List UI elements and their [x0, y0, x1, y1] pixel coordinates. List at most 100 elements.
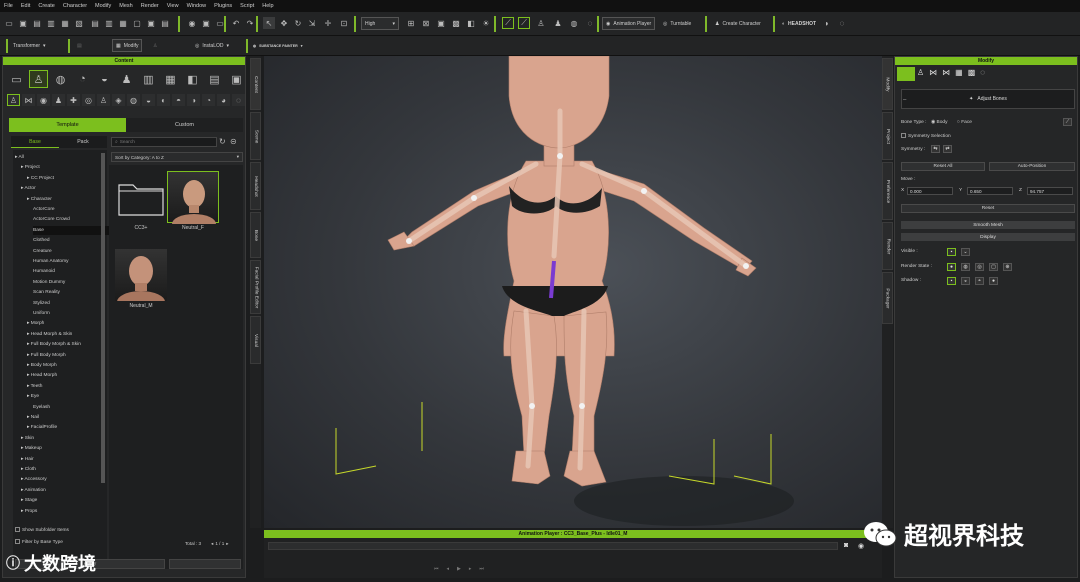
- tree-item[interactable]: Base: [33, 225, 119, 235]
- prop-icon[interactable]: ◌: [232, 94, 245, 106]
- menu-item-create[interactable]: Create: [38, 3, 55, 9]
- headshot-button[interactable]: ◐ HEADSHOT: [779, 17, 819, 30]
- panel-icon[interactable]: ▥: [103, 17, 115, 29]
- render-wire-icon[interactable]: ◎: [975, 263, 984, 271]
- modify-tab-active[interactable]: [897, 67, 915, 81]
- bone-type-face-radio[interactable]: ○ Face: [957, 120, 972, 125]
- timeline-slider[interactable]: [268, 542, 838, 550]
- instalod-button[interactable]: ◎ InstaLOD ▾: [192, 39, 232, 52]
- tree-item[interactable]: ▸ All: [15, 153, 24, 162]
- tree-item[interactable]: Stylized: [33, 299, 50, 308]
- person-icon[interactable]: ♙: [535, 17, 547, 29]
- cloth-icon[interactable]: ▥: [139, 70, 158, 88]
- eye-icon[interactable]: ◎: [82, 94, 95, 106]
- texture-tab-icon[interactable]: ▩: [968, 68, 976, 77]
- thumbnail-neutral-m[interactable]: [115, 249, 167, 313]
- menu-item-window[interactable]: Window: [187, 3, 207, 9]
- symmetry-selection-checkbox[interactable]: Symmetry Selection: [901, 133, 951, 139]
- panel2-icon[interactable]: ▤: [159, 17, 171, 29]
- frame-icon[interactable]: ▢: [131, 17, 143, 29]
- tree-item[interactable]: ▸ Teeth: [27, 382, 42, 391]
- tree-item[interactable]: ▸ Nail: [27, 413, 39, 422]
- project-icon[interactable]: ▭: [7, 70, 26, 88]
- animation-player-button[interactable]: ◉ Animation Player: [602, 17, 656, 30]
- tab-custom[interactable]: Custom: [126, 118, 243, 132]
- menu-item-help[interactable]: Help: [262, 3, 273, 9]
- side-tab-modify[interactable]: Modify: [882, 58, 893, 110]
- morph-tab-icon[interactable]: ⋈: [942, 68, 950, 77]
- render-solid-icon[interactable]: ●: [947, 263, 956, 271]
- redo-icon[interactable]: ↷: [244, 17, 256, 29]
- tree-item[interactable]: ▸ Full Body Morph & Skin: [27, 340, 81, 349]
- tree-item[interactable]: ▸ CC Project: [27, 174, 54, 183]
- side-tab-headshot[interactable]: Headshot: [250, 162, 261, 210]
- transformer-button[interactable]: Transformer ▾: [10, 39, 49, 52]
- material-tab-icon[interactable]: ▦: [955, 68, 963, 77]
- light-icon[interactable]: ☀: [480, 17, 492, 29]
- stage-category-icon[interactable]: ▦: [161, 70, 180, 88]
- symmetry-right-icon[interactable]: ⇄: [943, 145, 952, 153]
- shadow-off-icon[interactable]: ●: [989, 277, 998, 285]
- tree-item[interactable]: ▸ Eye: [27, 392, 39, 401]
- menu-item-modify[interactable]: Modify: [95, 3, 111, 9]
- menu-item-file[interactable]: File: [4, 3, 13, 9]
- eyes-icon[interactable]: ◒: [142, 94, 155, 106]
- tree-item[interactable]: ▸ Project: [21, 163, 40, 172]
- tree-item[interactable]: ▸ Full Body Morph: [27, 351, 66, 360]
- side-tab-scene[interactable]: Scene: [250, 112, 261, 160]
- pivot-icon[interactable]: ✛: [322, 17, 334, 29]
- pose-button[interactable]: ♙: [150, 39, 160, 52]
- tree-item[interactable]: ▸ Makeup: [21, 444, 42, 453]
- tab-template[interactable]: Template: [9, 118, 126, 132]
- side-tab-render[interactable]: Render: [882, 222, 893, 270]
- tree-item[interactable]: Uniform: [33, 309, 50, 318]
- scene-category-icon[interactable]: ▤: [205, 70, 224, 88]
- menu-item-view[interactable]: View: [167, 3, 179, 9]
- display-section[interactable]: Display: [901, 233, 1075, 241]
- pose-category-icon[interactable]: ♟: [117, 70, 136, 88]
- render-box-icon[interactable]: ▢: [989, 263, 998, 271]
- menu-item-edit[interactable]: Edit: [21, 3, 30, 9]
- visible-option-icon[interactable]: ⌄: [961, 248, 970, 256]
- settings-icon[interactable]: ⊝: [230, 137, 237, 146]
- tree-item[interactable]: Creature: [33, 247, 52, 256]
- morph-icon[interactable]: ⋈: [22, 94, 35, 106]
- 3d-viewport[interactable]: [264, 55, 882, 528]
- export-icon[interactable]: ▧: [73, 17, 85, 29]
- last-frame-icon[interactable]: ⏭: [479, 566, 484, 572]
- tree-item[interactable]: ActorCore: [33, 205, 55, 214]
- head-category-icon[interactable]: ◍: [51, 70, 70, 88]
- render-category-icon[interactable]: ▣: [227, 70, 246, 88]
- tree-item[interactable]: ▸ Character: [27, 195, 52, 204]
- tree-item[interactable]: Human Anatomy: [33, 257, 68, 266]
- menu-item-character[interactable]: Character: [63, 3, 87, 9]
- tree-item[interactable]: ActorCore Crowd: [33, 215, 70, 224]
- reset-button[interactable]: Reset: [901, 204, 1075, 213]
- shadow-on-icon[interactable]: ▪: [947, 277, 956, 285]
- character-type-icon[interactable]: ♙: [7, 94, 20, 106]
- layout-icon[interactable]: ▤: [89, 17, 101, 29]
- tree-item[interactable]: ▸ Animation: [21, 486, 46, 495]
- cube-icon[interactable]: ◧: [465, 17, 477, 29]
- adjust-bones-button[interactable]: ✦ Adjust Bones: [901, 89, 1075, 109]
- search-input[interactable]: ⌕ Search: [111, 137, 217, 147]
- camera-icon[interactable]: ◉: [186, 17, 198, 29]
- tree-item[interactable]: Humanoid: [33, 267, 55, 276]
- shadow-receive-icon[interactable]: ◓: [975, 277, 984, 285]
- body-type-icon[interactable]: ♟: [52, 94, 65, 106]
- show-subfolder-checkbox[interactable]: Show Subfolder Items: [15, 527, 69, 533]
- save-icon[interactable]: ▥: [45, 17, 57, 29]
- skin-icon[interactable]: ◔: [73, 70, 92, 88]
- tree-item[interactable]: ▸ Stage: [21, 496, 37, 505]
- reset-all-button[interactable]: Reset All: [901, 162, 985, 171]
- render-xray-icon[interactable]: ⊕: [1003, 263, 1012, 271]
- move-x-field[interactable]: 0.000: [907, 187, 953, 195]
- menu-item-render[interactable]: Render: [141, 3, 159, 9]
- figure-icon[interactable]: ♙: [97, 94, 110, 106]
- menu-item-mesh[interactable]: Mesh: [119, 3, 132, 9]
- tree-item[interactable]: ▸ FacialProfile: [27, 423, 57, 432]
- pose-tab-icon[interactable]: ♙: [917, 68, 924, 77]
- smooth-mesh-section[interactable]: Smooth Mesh: [901, 221, 1075, 229]
- tree-item[interactable]: ▸ Actor: [21, 184, 36, 193]
- side-tab-bone[interactable]: Bone: [250, 212, 261, 258]
